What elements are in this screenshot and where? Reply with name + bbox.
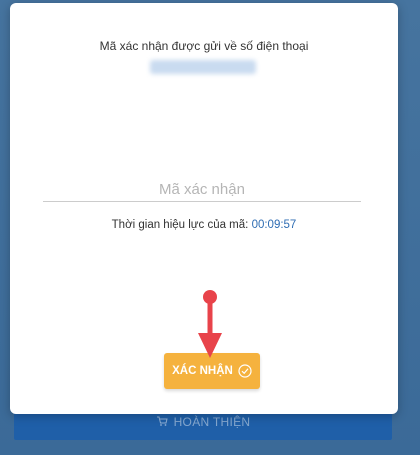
cart-icon: [156, 415, 168, 430]
check-circle-icon: [238, 364, 252, 378]
code-validity: Thời gian hiệu lực của mã: 00:09:57: [10, 219, 398, 231]
verification-code-input[interactable]: [43, 177, 361, 202]
red-arrow-icon: [190, 288, 230, 367]
phone-number: 0123456789: [150, 60, 256, 74]
countdown-timer: 00:09:57: [251, 219, 297, 231]
verification-message: Mã xác nhận được gửi về số điện thoại: [99, 39, 309, 53]
validity-label: Thời gian hiệu lực của mã:: [111, 219, 249, 231]
complete-button-label: HOÀN THIỆN: [173, 415, 251, 429]
